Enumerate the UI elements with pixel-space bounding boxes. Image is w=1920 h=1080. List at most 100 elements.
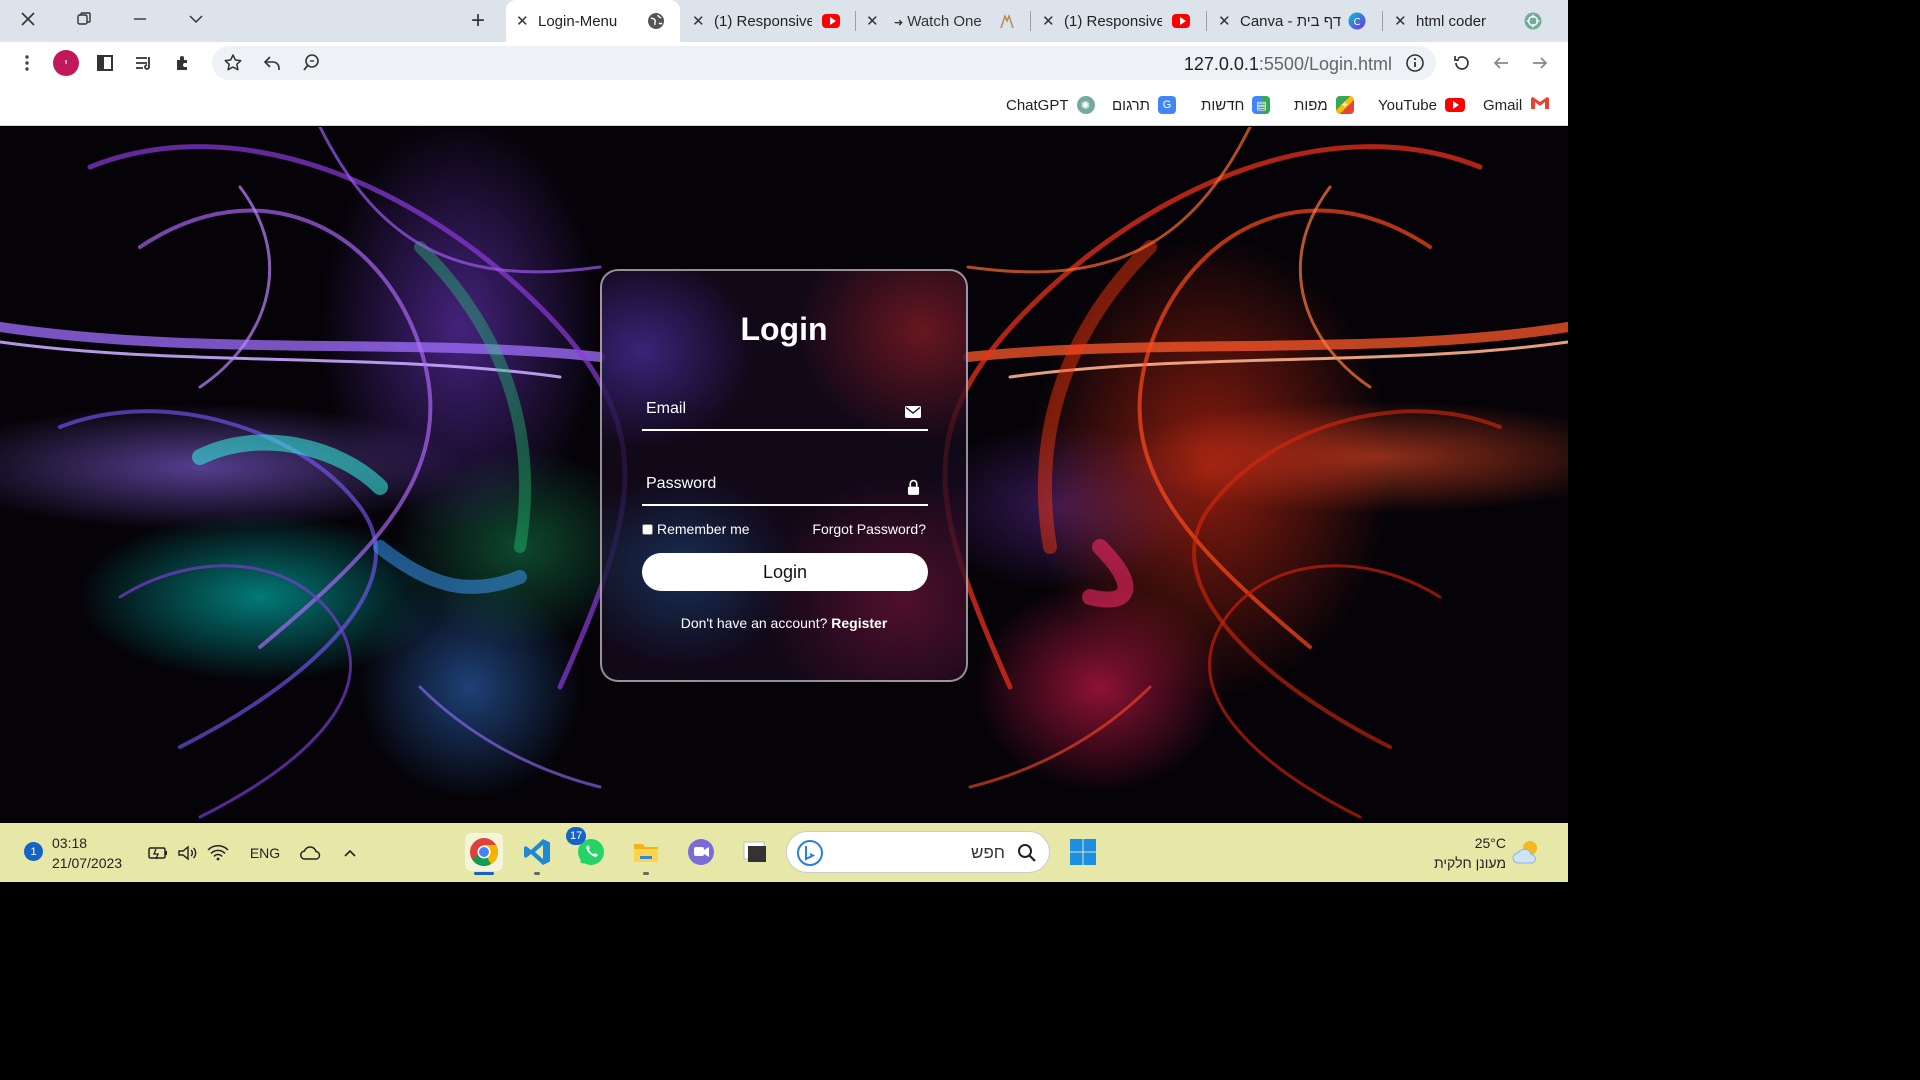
browser-toolbar: י 127.0.0.1:5500/Login.html	[0, 42, 1568, 84]
whatsapp-app[interactable]: 17	[566, 827, 610, 871]
canva-icon: C	[1348, 12, 1366, 30]
reading-list-button[interactable]	[133, 52, 155, 74]
chevron-up-icon[interactable]	[338, 837, 362, 869]
star-icon	[224, 54, 242, 71]
minimize-window-button[interactable]	[112, 0, 168, 38]
tab-login-menu[interactable]: ✕ Login-Menu	[506, 0, 680, 42]
bookmark-star-button[interactable]	[222, 52, 244, 74]
teams-app[interactable]	[682, 833, 720, 871]
tab-canva[interactable]: ✕ Canva - דף בית C	[1210, 0, 1380, 42]
onedrive-icon[interactable]	[298, 837, 324, 869]
file-explorer-app[interactable]	[627, 833, 665, 875]
start-button[interactable]	[1064, 833, 1102, 871]
envelope-icon	[904, 403, 922, 421]
bing-icon	[797, 840, 823, 871]
bookmark-label: Gmail	[1483, 96, 1523, 114]
vscode-app[interactable]	[518, 833, 556, 875]
tab-watch-one[interactable]: ✕ ➜ Watch One	[858, 0, 1028, 42]
close-window-button[interactable]	[0, 0, 56, 38]
login-button[interactable]: Login	[642, 553, 928, 591]
remember-checkbox[interactable]	[642, 523, 653, 535]
register-row: Don't have an account? Register	[602, 615, 966, 631]
bookmark-gmail[interactable]: Gmail	[1483, 94, 1550, 116]
bookmark-translate[interactable]: תרגום G	[1112, 94, 1177, 116]
restore-icon	[77, 12, 91, 25]
address-bar[interactable]: 127.0.0.1:5500/Login.html	[212, 46, 1436, 80]
new-tab-button[interactable]: +	[464, 7, 492, 34]
chrome-app[interactable]	[465, 833, 503, 875]
reload-icon	[1454, 56, 1469, 70]
back-button[interactable]	[1490, 52, 1512, 74]
video-chat-icon	[688, 839, 714, 865]
youtube-icon	[1444, 98, 1465, 112]
share-icon	[263, 56, 280, 70]
search-icon	[1017, 843, 1037, 868]
menu-button[interactable]	[16, 52, 38, 74]
close-tab-icon[interactable]: ✕	[516, 12, 529, 30]
terminal-app[interactable]	[736, 833, 774, 871]
puzzle-icon	[177, 56, 187, 70]
tab-title: (1) Responsive	[714, 12, 812, 30]
register-prompt: Don't have an account?	[680, 615, 828, 631]
extensions-button[interactable]	[172, 52, 194, 74]
restore-window-button[interactable]	[56, 0, 112, 38]
forgot-password-link[interactable]: Forgot Password?	[812, 521, 926, 537]
password-field	[642, 466, 928, 506]
tab-search-button[interactable]	[168, 0, 224, 38]
info-icon	[1406, 54, 1424, 72]
notification-badge[interactable]: 1	[24, 842, 43, 861]
email-input[interactable]	[642, 391, 892, 427]
reload-button[interactable]	[1451, 52, 1473, 74]
bookmark-chatgpt[interactable]: ChatGPT ✺	[1006, 94, 1095, 116]
volume-icon[interactable]	[176, 837, 200, 869]
tab-responsive-1[interactable]: ✕ (1) Responsive	[684, 0, 854, 42]
forward-button[interactable]	[1529, 52, 1551, 74]
close-tab-icon[interactable]: ✕	[1218, 12, 1231, 30]
close-tab-icon[interactable]: ✕	[692, 12, 705, 30]
bookmark-label: חדשות	[1201, 96, 1245, 114]
password-input[interactable]	[642, 466, 892, 502]
bookmark-news[interactable]: חדשות ▤	[1201, 94, 1271, 116]
lens-search-button[interactable]	[300, 52, 322, 74]
remember-me[interactable]: Remember me	[642, 521, 750, 537]
close-tab-icon[interactable]: ✕	[1042, 12, 1055, 30]
weather-widget[interactable]: 25°C מעונן חלקית	[1434, 833, 1506, 873]
youtube-icon	[1172, 12, 1190, 30]
media-queue-icon	[136, 57, 150, 70]
maps-icon: ⌖	[1335, 96, 1354, 114]
tab-html-coder[interactable]: ✕ html coder	[1386, 0, 1556, 42]
wifi-icon[interactable]	[206, 837, 230, 869]
system-clock[interactable]: 03:18 21/07/2023	[52, 833, 122, 873]
profile-avatar[interactable]: י	[53, 50, 79, 76]
side-panel-button[interactable]	[94, 52, 116, 74]
tab-responsive-2[interactable]: ✕ (1) Responsive	[1034, 0, 1204, 42]
taskbar: 1 03:18 21/07/2023 ENG 17 חפש 25°C מעונן…	[0, 823, 1568, 882]
share-button[interactable]	[261, 52, 283, 74]
window-icon	[743, 841, 766, 862]
register-link[interactable]: Register	[831, 615, 887, 631]
url-text[interactable]: 127.0.0.1:5500/Login.html	[1184, 54, 1392, 75]
clock-date: 21/07/2023	[52, 855, 123, 871]
hands-icon	[998, 12, 1016, 30]
site-info-button[interactable]	[1404, 52, 1426, 74]
close-icon	[21, 12, 35, 26]
clock-time: 03:18	[52, 835, 88, 851]
battery-icon[interactable]	[146, 837, 170, 869]
partly-cloudy-icon[interactable]	[1512, 837, 1544, 872]
windows-icon	[1070, 839, 1096, 865]
taskbar-search[interactable]: חפש	[786, 831, 1050, 873]
running-indicator	[643, 872, 649, 875]
page-viewport: Login Remember me Forgot Password? Login…	[0, 127, 1568, 823]
tab-strip: + ✕ Login-Menu ✕ (1) Responsive ✕ ➜ Watch…	[0, 0, 1568, 42]
url-host: 127.0.0.1	[1183, 54, 1259, 74]
tab-separator	[1382, 11, 1383, 31]
translate-icon: G	[1158, 96, 1177, 114]
bookmark-label: ChatGPT	[1006, 96, 1069, 114]
bookmark-youtube[interactable]: YouTube	[1378, 94, 1465, 116]
bookmark-maps[interactable]: מפות ⌖	[1294, 94, 1354, 116]
close-tab-icon[interactable]: ✕	[866, 12, 879, 30]
language-indicator[interactable]: ENG	[246, 837, 284, 869]
close-tab-icon[interactable]: ✕	[1394, 12, 1407, 30]
whatsapp-badge: 17	[566, 827, 587, 845]
chevron-down-icon	[189, 15, 203, 24]
